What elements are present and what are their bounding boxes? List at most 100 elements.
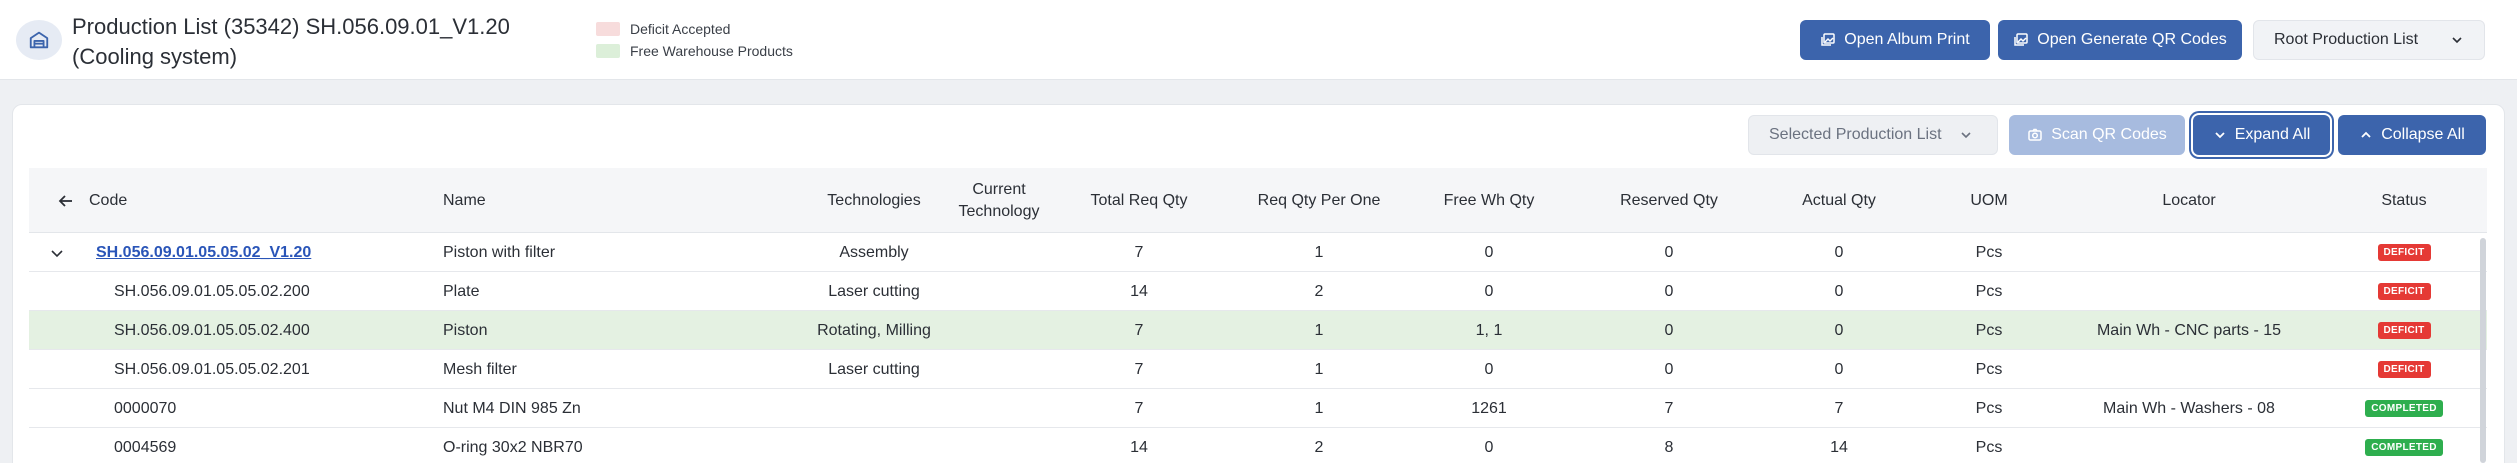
row-total-req-qty: 7 [1134, 243, 1144, 261]
status-badge: DEFICIT [2377, 244, 2431, 261]
legend-label: Deficit Accepted [630, 21, 731, 37]
row-total-req-qty: 14 [1130, 438, 1148, 456]
row-free-wh-qty: 0 [1484, 360, 1494, 378]
row-locator: Main Wh - CNC parts - 15 [2096, 321, 2282, 339]
row-locator: Main Wh - Washers - 08 [2103, 399, 2275, 417]
table-row[interactable]: SH.056.09.01.05.05.02.201 Mesh filter La… [29, 350, 2487, 389]
row-technologies [769, 428, 979, 463]
row-uom: Pcs [1975, 243, 2003, 261]
col-uom[interactable]: UOM [1929, 168, 2049, 233]
row-reserved-qty: 0 [1664, 243, 1674, 261]
scan-qr-label: Scan QR Codes [2051, 126, 2167, 143]
collapse-all-label: Collapse All [2381, 126, 2465, 143]
chevron-up-icon [2361, 131, 2371, 138]
warehouse-icon [29, 31, 49, 49]
row-name: Nut M4 DIN 985 Zn [443, 399, 581, 417]
col-locator[interactable]: Locator [2069, 168, 2309, 233]
row-reserved-qty: 0 [1664, 360, 1674, 378]
row-actual-qty: 14 [1830, 438, 1848, 456]
table-row[interactable]: SH.056.09.01.05.05.02.400 Piston Rotatin… [29, 311, 2487, 350]
row-code-link[interactable]: SH.056.09.01.05.05.02_V1.20 [96, 244, 311, 262]
col-code[interactable]: Code [89, 168, 127, 233]
color-legend: Deficit Accepted Free Warehouse Products [596, 18, 793, 62]
row-free-wh-qty: 0 [1484, 282, 1494, 300]
col-status[interactable]: Status [2329, 168, 2479, 233]
table-row[interactable]: 0004569 O-ring 30x2 NBR70 14 2 0 8 14 Pc… [29, 428, 2487, 463]
row-uom: Pcs [1975, 282, 2003, 300]
root-select-value: Root Production List [2274, 31, 2419, 48]
open-album-print-button[interactable]: Open Album Print [1800, 20, 1990, 60]
camera-icon [2028, 128, 2042, 141]
row-locator [2069, 428, 2309, 463]
row-code: SH.056.09.01.05.05.02.400 [114, 321, 310, 339]
collapse-all-button[interactable]: Collapse All [2338, 115, 2486, 155]
legend-swatch [596, 44, 620, 58]
production-table: Code Name Technologies Current Technolog… [29, 168, 2487, 463]
row-uom: Pcs [1975, 438, 2003, 456]
selected-production-list-select[interactable]: Selected Production List [1748, 115, 1998, 155]
status-badge: DEFICIT [2377, 361, 2431, 378]
row-total-req-qty: 7 [1134, 399, 1144, 417]
row-actual-qty: 0 [1834, 360, 1844, 378]
row-reserved-qty: 0 [1664, 282, 1674, 300]
chevron-down-icon [2452, 37, 2462, 44]
col-current-technology[interactable]: Current Technology [949, 168, 1049, 233]
legend-item-deficit-accepted: Deficit Accepted [596, 18, 793, 40]
open-album-print-label: Open Album Print [1844, 31, 1970, 48]
row-name: O-ring 30x2 NBR70 [443, 438, 583, 456]
row-locator [2069, 350, 2309, 389]
open-generate-qr-label: Open Generate QR Codes [2037, 31, 2227, 48]
row-req-qty-per-one: 1 [1314, 243, 1324, 261]
col-technologies[interactable]: Technologies [769, 168, 979, 233]
back-arrow-icon[interactable] [57, 168, 75, 233]
row-code: 0004569 [114, 438, 177, 456]
chevron-down-icon [1961, 132, 1971, 139]
row-code: 0000070 [114, 399, 177, 417]
row-current-technology [949, 428, 1049, 463]
col-free-wh-qty[interactable]: Free Wh Qty [1409, 168, 1569, 233]
row-req-qty-per-one: 2 [1314, 282, 1324, 300]
row-actual-qty: 0 [1834, 321, 1844, 339]
table-scrollbar[interactable] [2480, 238, 2486, 463]
legend-label: Free Warehouse Products [630, 43, 793, 59]
row-uom: Pcs [1975, 321, 2003, 339]
images-icon [1821, 33, 1836, 46]
row-reserved-qty: 0 [1664, 321, 1674, 339]
table-header: Code Name Technologies Current Technolog… [29, 168, 2487, 233]
row-technologies: Rotating, Milling [817, 321, 931, 339]
row-req-qty-per-one: 1 [1314, 399, 1324, 417]
chevron-down-icon [51, 249, 63, 257]
table-row[interactable]: SH.056.09.01.05.05.02.200 Plate Laser cu… [29, 272, 2487, 311]
row-uom: Pcs [1975, 399, 2003, 417]
row-current-technology [949, 389, 1049, 428]
open-generate-qr-button[interactable]: Open Generate QR Codes [1998, 20, 2242, 60]
row-technologies: Laser cutting [828, 282, 920, 300]
row-name: Mesh filter [443, 360, 517, 378]
row-technologies: Assembly [839, 243, 909, 261]
row-total-req-qty: 14 [1130, 282, 1148, 300]
page-header: Production List (35342) SH.056.09.01_V1.… [0, 0, 2517, 80]
row-name: Piston with filter [443, 243, 556, 261]
row-actual-qty: 7 [1834, 399, 1844, 417]
scan-qr-codes-button[interactable]: Scan QR Codes [2009, 115, 2185, 155]
row-free-wh-qty: 1, 1 [1475, 321, 1503, 339]
row-req-qty-per-one: 1 [1314, 321, 1324, 339]
col-name[interactable]: Name [443, 168, 486, 233]
legend-item-free-warehouse: Free Warehouse Products [596, 40, 793, 62]
row-uom: Pcs [1975, 360, 2003, 378]
home-button[interactable] [16, 20, 62, 60]
col-reserved-qty[interactable]: Reserved Qty [1589, 168, 1749, 233]
root-production-list-select[interactable]: Root Production List [2253, 20, 2485, 60]
table-row[interactable]: 0000070 Nut M4 DIN 985 Zn 7 1 1261 7 7 P… [29, 389, 2487, 428]
row-actual-qty: 0 [1834, 282, 1844, 300]
row-total-req-qty: 7 [1134, 321, 1144, 339]
expand-row-toggle[interactable] [49, 233, 65, 272]
col-total-req-qty[interactable]: Total Req Qty [1069, 168, 1209, 233]
row-total-req-qty: 7 [1134, 360, 1144, 378]
col-req-qty-per-one[interactable]: Req Qty Per One [1219, 168, 1419, 233]
table-row[interactable]: SH.056.09.01.05.05.02_V1.20 Piston with … [29, 233, 2487, 272]
col-actual-qty[interactable]: Actual Qty [1769, 168, 1909, 233]
status-badge: DEFICIT [2377, 283, 2431, 300]
expand-all-button[interactable]: Expand All [2193, 115, 2330, 155]
row-code: SH.056.09.01.05.05.02.200 [114, 282, 310, 300]
